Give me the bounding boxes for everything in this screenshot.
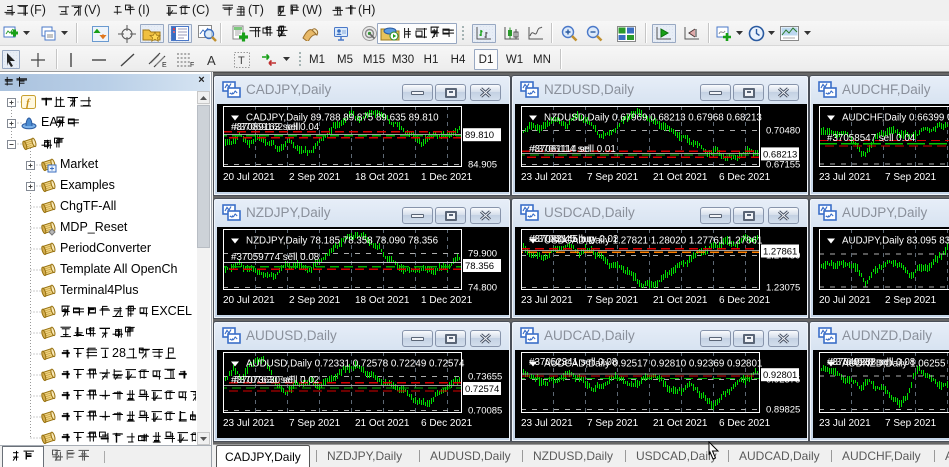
svg-text:21 Oct 2021: 21 Oct 2021 [355,418,410,429]
svg-text:AUDUSD,Daily 0.72331 0.72578: AUDUSD,Daily 0.72331 0.72578 0.72249 0.7… [246,359,465,370]
svg-text:0.73655: 0.73655 [468,372,502,383]
svg-text:7 Sep 2021: 7 Sep 2021 [885,418,937,429]
svg-text:(H): (H) [358,3,375,17]
svg-text:7 Sep 2021: 7 Sep 2021 [289,418,341,429]
svg-text:0.89825: 0.89825 [766,405,800,416]
svg-text:#37058547 sell 0.04: #37058547 sell 0.04 [827,133,916,144]
svg-text:E: E [162,62,167,68]
svg-text:74.800: 74.800 [468,283,497,294]
svg-text:(I): (I) [138,3,150,17]
svg-text:#37052341 sell 0.08: #37052341 sell 0.08 [529,357,618,368]
svg-text:EXCEL: EXCEL [151,305,192,318]
svg-text:21 Oct 2021: 21 Oct 2021 [653,172,708,183]
svg-text:0.67155: 0.67155 [766,160,800,171]
svg-text:6 Dec 2021: 6 Dec 2021 [719,295,771,306]
svg-text:21 Oct 2021: 21 Oct 2021 [653,295,708,306]
svg-text:7 Sep 2021: 7 Sep 2021 [587,418,639,429]
svg-text:6 Dec 2021: 6 Dec 2021 [421,418,473,429]
svg-text:23 Jul 2021: 23 Jul 2021 [819,172,871,183]
svg-text:T: T [238,55,245,67]
svg-text:23 Jul 2021: 23 Jul 2021 [521,295,573,306]
svg-text:(C): (C) [192,3,209,17]
svg-text:1 Dec 2021: 1 Dec 2021 [421,172,473,183]
svg-text:#37059774 sell 0.08: #37059774 sell 0.08 [231,252,320,263]
svg-text:PeriodConverter: PeriodConverter [60,242,151,255]
svg-text:Market: Market [60,158,99,171]
svg-text:NZDUSD,Daily 0.67969 0.68213: NZDUSD,Daily 0.67969 0.68213 0.67968 0.6… [544,113,762,124]
svg-text:(V): (V) [84,3,101,17]
svg-text:#37069162 sell: #37069162 sell [234,122,300,133]
svg-text:F: F [190,62,194,68]
svg-text:AUDJPY,Daily 83.095 83.825 82: AUDJPY,Daily 83.095 83.825 82.988 83.795 [842,236,949,247]
svg-text:ChgTF-All: ChgTF-All [60,200,116,213]
svg-text:2 Sep 2021: 2 Sep 2021 [885,295,937,306]
svg-text:7 Sep 2021: 7 Sep 2021 [587,295,639,306]
svg-text:Template All OpenCh: Template All OpenCh [60,263,177,276]
svg-text:NZDJPY,Daily 78.185 78.358 78: NZDJPY,Daily 78.185 78.358 78.090 78.356 [246,236,439,247]
svg-text:1.23075: 1.23075 [766,283,800,294]
svg-text:(F): (F) [30,3,46,17]
svg-text:(W): (W) [302,3,322,17]
svg-text:6 Dec 2021: 6 Dec 2021 [719,418,771,429]
svg-text:28: 28 [112,347,126,360]
svg-text:EA: EA [41,116,58,129]
svg-text:7 Sep 2021: 7 Sep 2021 [885,172,937,183]
svg-text:0.72574: 0.72574 [465,384,499,395]
svg-text:21 Oct 2021: 21 Oct 2021 [653,418,708,429]
svg-text:89.810: 89.810 [465,130,494,141]
svg-text:AUDCHF,Daily 0.66399 0.66865: AUDCHF,Daily 0.66399 0.66865 0.66250 0.6… [842,113,949,124]
svg-text:2 Sep 2021: 2 Sep 2021 [289,295,341,306]
svg-text:Examples: Examples [60,179,115,192]
svg-text:23 Jul 2021: 23 Jul 2021 [819,418,871,429]
svg-text:78.356: 78.356 [465,261,494,272]
svg-text:2 Sep 2021: 2 Sep 2021 [289,172,341,183]
svg-text:20 Jul 2021: 20 Jul 2021 [223,172,275,183]
svg-text:23 Jul 2021: 23 Jul 2021 [521,172,573,183]
svg-text:79.900: 79.900 [468,249,497,260]
svg-text:18 Oct 2021: 18 Oct 2021 [355,295,410,306]
svg-text:Terminal4Plus: Terminal4Plus [60,284,139,297]
svg-text:23 Jul 2021: 23 Jul 2021 [223,418,275,429]
svg-text:6 Dec 2021: 6 Dec 2021 [719,172,771,183]
svg-text:1 Dec 2021: 1 Dec 2021 [421,295,473,306]
svg-text:20 Jul 2021: 20 Jul 2021 [223,295,275,306]
svg-text:18 Oct 2021: 18 Oct 2021 [355,172,410,183]
svg-text:20 Jul 2021: 20 Jul 2021 [819,295,871,306]
svg-text:(T): (T) [248,3,264,17]
svg-text:MDP_Reset: MDP_Reset [60,221,128,234]
svg-text:0.70480: 0.70480 [766,126,800,137]
svg-text:0.70085: 0.70085 [468,406,502,417]
svg-text:#3704928 sell: #3704928 sell [830,357,891,368]
svg-text:23 Jul 2021: 23 Jul 2021 [521,418,573,429]
svg-text:#3707630 sel: #3707630 sel [234,375,293,386]
svg-text:#3708145 buy: #3708145 buy [532,234,594,245]
svg-text:1.27861: 1.27861 [763,247,797,258]
svg-text:7 Sep 2021: 7 Sep 2021 [587,172,639,183]
svg-text:A: A [207,53,216,67]
svg-text:0.92801: 0.92801 [763,370,797,381]
svg-text:84.905: 84.905 [468,160,497,171]
svg-text:#3706114 sel: #3706114 sel [532,144,590,155]
